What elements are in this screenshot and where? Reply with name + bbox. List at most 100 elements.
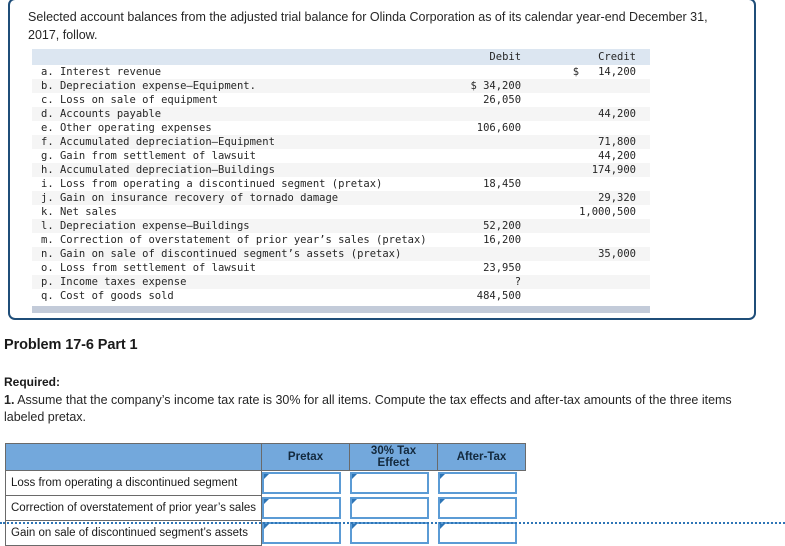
account-name-cell: o. Loss from settlement of lawsuit [41,262,256,274]
answer-cell [349,520,438,546]
intro-paragraph: Selected account balances from the adjus… [28,10,708,42]
trial-balance-footer-bar [32,306,650,313]
debit-cell [427,107,537,121]
account-name-cell: q. Cost of goods sold [41,290,174,302]
answer-cell [437,495,526,521]
table-row: o. Loss from settlement of lawsuit 23,950 [32,261,650,275]
account-name-cell: m. Correction of overstatement of prior … [41,234,427,246]
table-row: p. Income taxes expense? [32,275,650,289]
tax-effect-input[interactable] [349,472,429,495]
table-row: Correction of overstatement of prior yea… [4,495,526,521]
trial-balance-body: a. Interest revenue $ 14,200 b. Depreciati… [32,65,650,303]
debit-cell: 23,950 [483,262,522,274]
debit-cell [427,135,537,149]
column-header-after-tax: After-Tax [437,443,527,471]
after-tax-input[interactable] [437,472,517,495]
column-header-tax-effect: 30% Tax Effect [349,443,439,471]
trial-balance-header: Debit Credit [32,49,650,65]
account-name-cell: l. Depreciation expense—Buildings [41,220,250,232]
table-header-row: Pretax 30% Tax Effect After-Tax [4,443,527,471]
credit-cell [537,261,650,275]
debit-cell: $ 34,200 [470,80,522,92]
answer-corner-header [4,443,263,471]
table-row: d. Accounts payable 44,200 [32,107,650,121]
debit-cell [427,247,537,261]
required-text: 1. Assume that the company’s income tax … [4,392,744,426]
answer-table: Pretax 30% Tax Effect After-Tax Loss fro… [4,443,527,546]
account-name-cell: b. Depreciation expense—Equipment. [41,80,256,92]
tax-effect-input[interactable] [349,522,429,544]
required-number: 1. [4,393,15,407]
answer-cell [261,495,350,521]
credit-cell: 71,800 [598,136,636,148]
pretax-input[interactable] [262,522,342,544]
column-header-pretax: Pretax [261,443,351,471]
trial-balance-table-wrapper: Debit Credit a. Interest revenue $ 14,200… [32,49,650,313]
table-row: n. Gain on sale of discontinued segment’… [32,247,650,261]
after-tax-input[interactable] [437,497,517,519]
account-name-cell: h. Accumulated depreciation—Buildings [41,164,275,176]
debit-cell: 16,200 [483,234,522,246]
page-title: Problem 17-6 Part 1 [4,337,138,353]
table-row: q. Cost of goods sold 484,500 [32,289,650,303]
credit-cell: 35,000 [598,248,636,260]
credit-cell [537,275,650,289]
required-block: Required: 1. Assume that the company’s i… [4,375,744,426]
tax-effect-input[interactable] [349,497,429,519]
credit-cell: 29,320 [598,192,636,204]
debit-cell: 484,500 [476,290,522,302]
credit-cell [537,79,650,93]
required-body: Assume that the company’s income tax rat… [4,393,732,424]
table-row: k. Net sales 1,000,500 [32,205,650,219]
table-row: i. Loss from operating a discontinued se… [32,177,650,191]
credit-cell [537,233,650,247]
credit-cell [537,121,650,135]
bottom-divider [0,522,785,524]
table-row: g. Gain from settlement of lawsuit 44,200 [32,149,650,163]
table-row: b. Depreciation expense—Equipment. $ 34,2… [32,79,650,93]
pretax-input[interactable] [262,497,342,519]
table-row: e. Other operating expenses 106,600 [32,121,650,135]
credit-cell: $ 14,200 [572,66,636,78]
column-header-credit: Credit [537,49,650,65]
account-name-cell: k. Net sales [41,206,117,218]
debit-cell [427,149,537,163]
answer-cell [349,495,438,521]
debit-cell: 106,600 [476,122,522,134]
column-header-account [32,49,427,65]
credit-cell: 174,900 [591,164,636,176]
debit-cell: 18,450 [483,178,522,190]
account-name-cell: d. Accounts payable [41,108,162,120]
debit-cell: 26,050 [483,94,522,106]
account-name-cell: g. Gain from settlement of lawsuit [41,150,256,162]
account-name-cell: e. Other operating expenses [41,122,212,134]
account-name-cell: c. Loss on sale of equipment [41,94,219,106]
pretax-input[interactable] [262,472,342,495]
debit-cell [427,191,537,205]
column-header-debit: Debit [426,49,538,65]
trial-balance-table: Debit Credit a. Interest revenue $ 14,200… [32,49,650,303]
account-name-cell: p. Income taxes expense [41,276,187,288]
debit-cell [427,205,537,219]
after-tax-input[interactable] [437,522,517,544]
credit-cell: 1,000,500 [579,206,636,218]
table-header-row: Debit Credit [32,49,650,65]
debit-cell [427,163,537,177]
answer-row-label: Loss from operating a discontinued segme… [4,470,263,496]
credit-cell [537,177,650,191]
credit-cell [537,289,650,303]
credit-cell [537,93,650,107]
answer-row-label: Correction of overstatement of prior yea… [4,495,263,521]
credit-cell: 44,200 [598,150,636,162]
table-row: m. Correction of overstatement of prior … [32,233,650,247]
table-row: j. Gain on insurance recovery of tornado… [32,191,650,205]
answer-cell [437,520,526,546]
credit-cell [537,219,650,233]
table-row: Loss from operating a discontinued segme… [4,470,526,496]
table-row: h. Accumulated depreciation—Buildings 174… [32,163,650,177]
table-row: a. Interest revenue $ 14,200 [32,65,650,79]
answer-table-header: Pretax 30% Tax Effect After-Tax [4,443,527,471]
account-name-cell: f. Accumulated depreciation—Equipment [41,136,275,148]
table-row: f. Accumulated depreciation—Equipment 71,… [32,135,650,149]
answer-cell [261,520,350,546]
